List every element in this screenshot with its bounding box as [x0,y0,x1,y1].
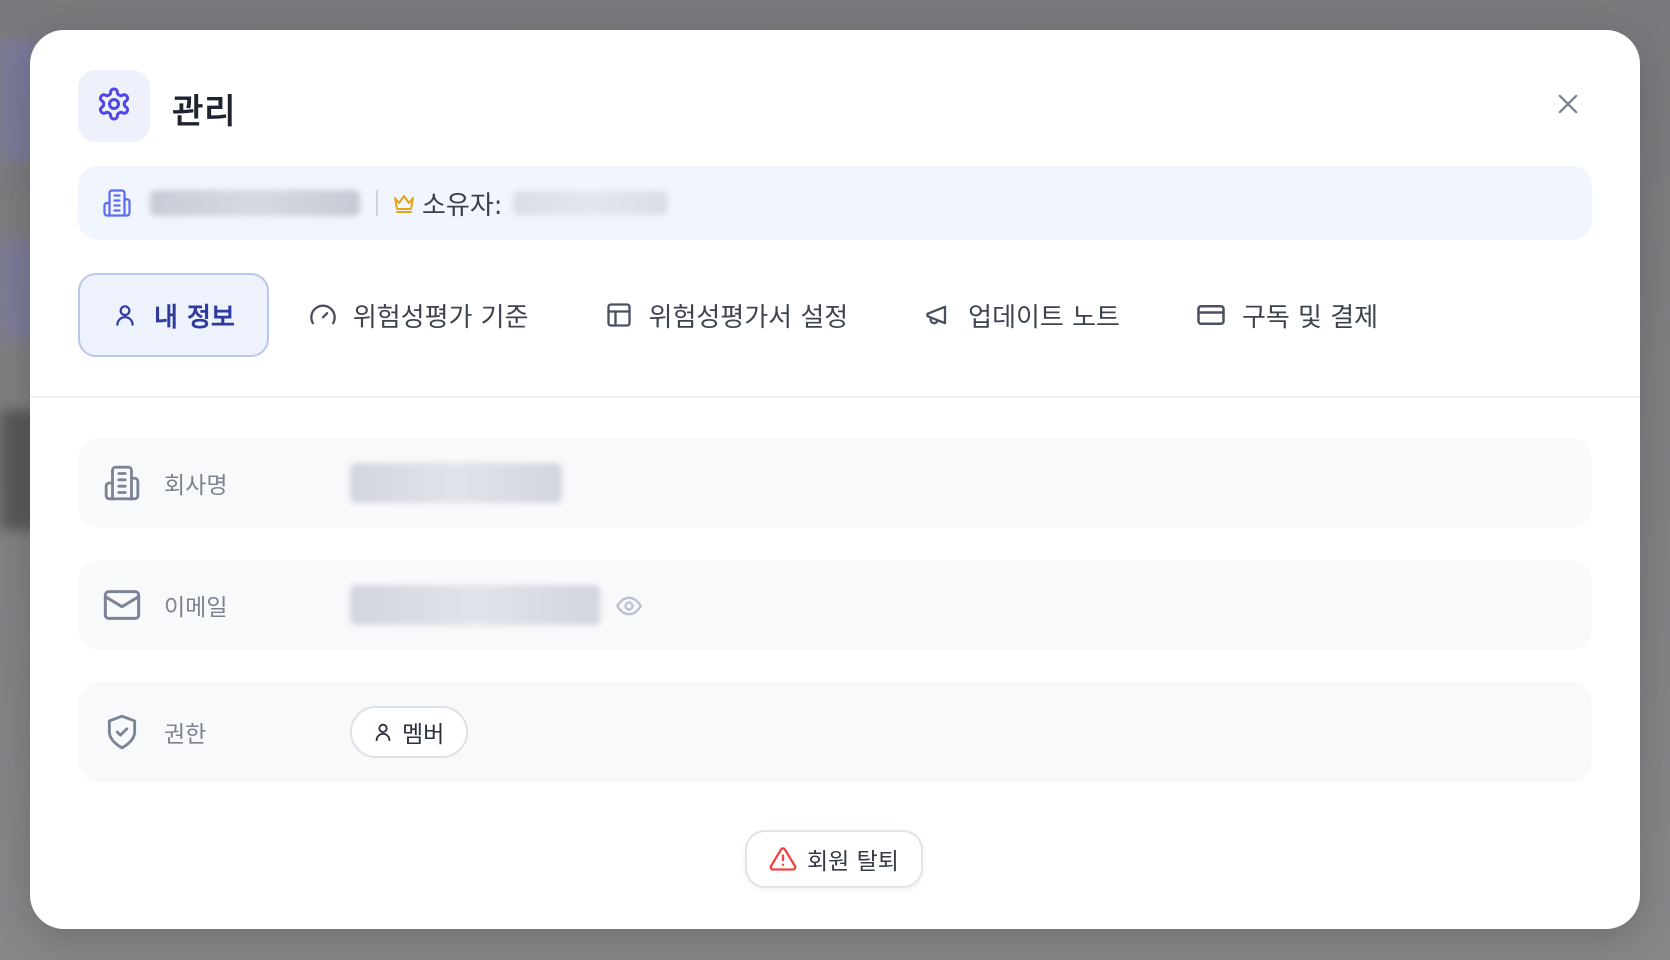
company-label: 회사명 [164,473,228,499]
role-row: 권한 멤버 [78,682,1592,782]
tab-my-info[interactable]: 내 정보 [78,273,269,357]
modal-header: 관리 [78,70,1592,142]
tab-label: 위험성평가서 설정 [648,302,849,333]
table-icon [605,301,633,329]
mail-icon [102,585,142,625]
tab-update-notes[interactable]: 업데이트 노트 [888,273,1156,357]
header-divider [30,396,1640,398]
withdraw-label: 회원 탈퇴 [807,849,899,875]
modal-title: 관리 [172,92,237,132]
crown-icon [392,191,416,215]
company-value [350,463,562,503]
close-button[interactable] [1552,90,1584,122]
credit-card-icon [1196,300,1226,330]
tab-risk-doc-settings[interactable]: 위험성평가서 설정 [569,273,885,357]
settings-modal: 관리 소유자: 내 정보 위험성평가 기준 위험성평가서 설정 업데이트 노트 … [30,30,1640,929]
email-label: 이메일 [164,595,228,621]
close-icon [1554,90,1582,122]
company-row: 회사명 [78,438,1592,528]
tab-risk-criteria[interactable]: 위험성평가 기준 [273,273,565,357]
role-value: 멤버 [402,722,445,748]
divider [376,190,378,216]
user-icon [372,721,394,743]
role-label: 권한 [164,722,207,748]
tab-label: 업데이트 노트 [968,302,1120,333]
warning-icon [769,845,797,873]
email-value [350,585,600,625]
shield-check-icon [102,713,142,751]
owner-value [512,191,668,215]
role-badge: 멤버 [350,706,469,758]
gear-icon [96,86,132,126]
tab-bar: 내 정보 위험성평가 기준 위험성평가서 설정 업데이트 노트 구독 및 결제 [78,273,1414,357]
tab-label: 구독 및 결제 [1241,302,1379,333]
tab-subscription-billing[interactable]: 구독 및 결제 [1160,273,1414,357]
organization-bar: 소유자: [78,166,1592,240]
tab-label: 내 정보 [154,302,235,333]
user-icon [112,302,138,328]
owner-label: 소유자: [422,190,503,221]
withdraw-membership-button[interactable]: 회원 탈퇴 [745,830,923,888]
building-icon [102,464,142,502]
settings-icon-box [78,70,150,142]
gauge-icon [309,301,337,329]
eye-icon[interactable] [615,592,643,620]
organization-name [150,190,360,216]
megaphone-icon [924,301,952,329]
tab-label: 위험성평가 기준 [352,302,529,333]
email-row: 이메일 [78,560,1592,650]
building-icon [102,188,132,218]
